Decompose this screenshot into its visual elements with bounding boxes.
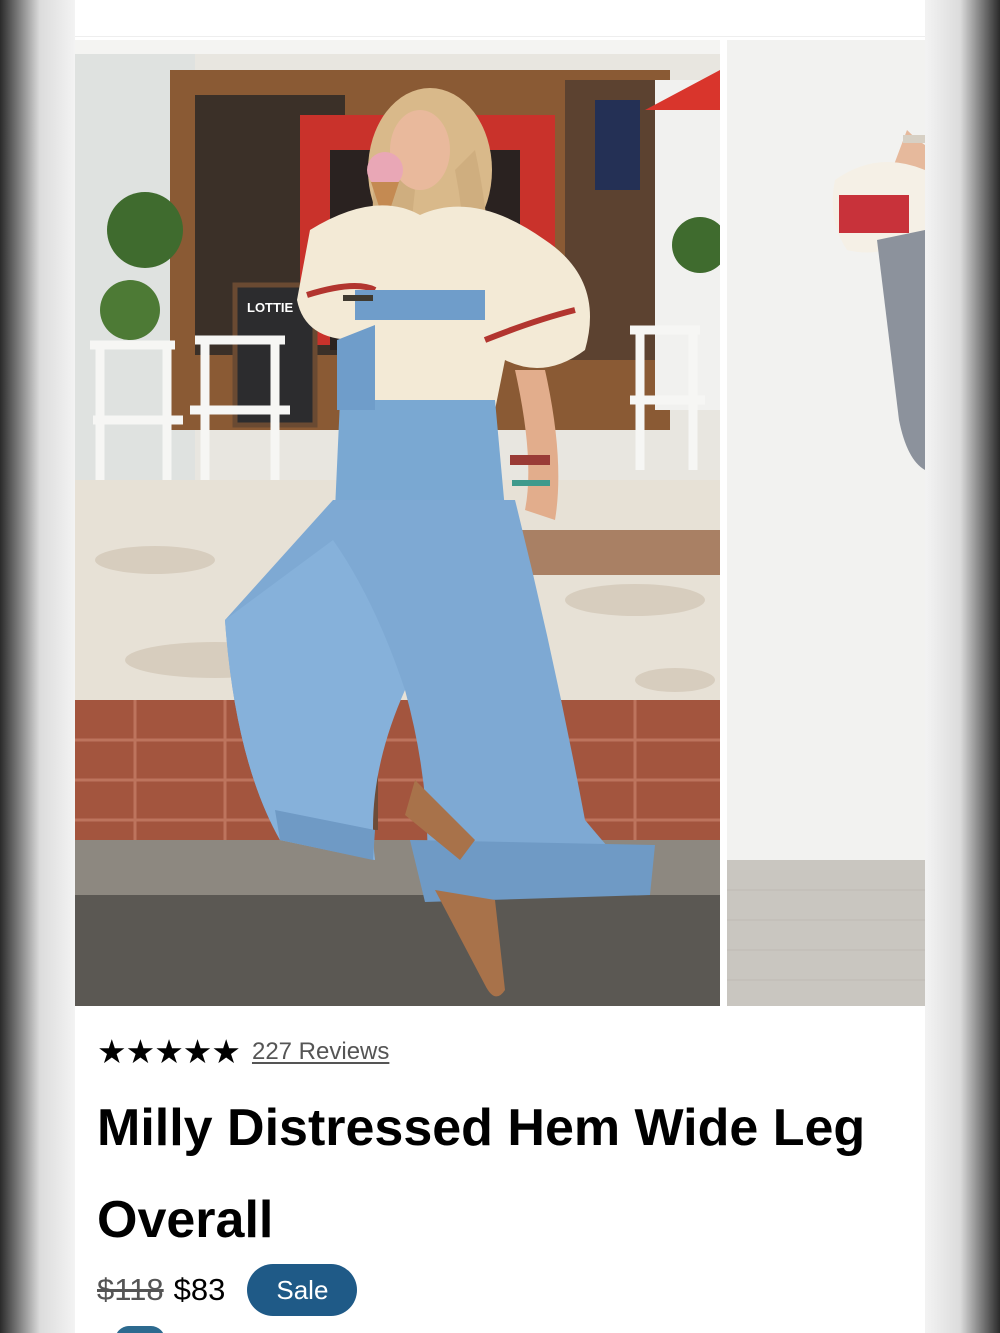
- original-price: $118: [97, 1272, 164, 1307]
- reviews-link[interactable]: 227 Reviews: [252, 1038, 389, 1066]
- sale-price: $83: [173, 1272, 226, 1307]
- product-photo-next-illustration: [727, 40, 925, 1006]
- star-icon: ★: [182, 1032, 213, 1071]
- product-image-carousel[interactable]: LOTTIE: [75, 40, 925, 1006]
- product-photo-main[interactable]: LOTTIE: [75, 40, 720, 1006]
- cafe-sign-text: LOTTIE: [247, 300, 294, 315]
- star-icon: ★: [211, 1032, 241, 1071]
- product-title: Milly Distressed Hem Wide Leg Overall: [97, 1099, 866, 1249]
- price-row: $118 $83 Sale: [97, 1262, 358, 1318]
- star-icon: ★: [125, 1032, 156, 1071]
- color-swatch[interactable]: [115, 1326, 165, 1333]
- product-photo-next[interactable]: [727, 40, 925, 1006]
- star-icon: ★: [97, 1032, 127, 1071]
- top-bar: [75, 0, 925, 37]
- sale-badge: Sale: [247, 1264, 358, 1316]
- star-icon: ★: [154, 1032, 184, 1071]
- product-card: LOTTIE ★ ★ ★ ★ ★ 227 Reviews Milly Distr…: [75, 0, 925, 1333]
- product-photo-illustration: LOTTIE: [75, 40, 720, 1006]
- rating-summary: ★ ★ ★ ★ ★ 227 Reviews: [97, 1032, 389, 1072]
